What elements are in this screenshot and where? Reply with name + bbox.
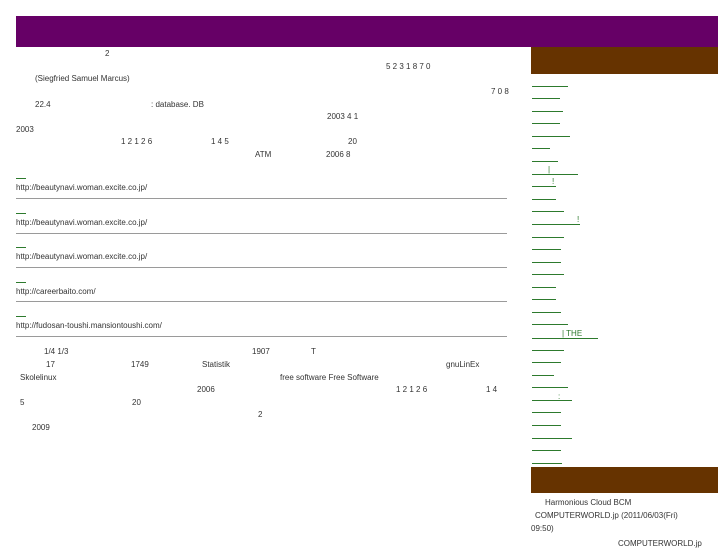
- sidebar-link[interactable]: [532, 111, 563, 112]
- article-text: 2003 4 1: [327, 112, 359, 121]
- sidebar-news-header-bar: [531, 467, 718, 493]
- sidebar-link[interactable]: [532, 324, 568, 325]
- article-text: (Siegfried Samuel Marcus): [35, 74, 130, 83]
- article-text: 2006 8: [326, 150, 351, 159]
- ad-url-link[interactable]: http://beautynavi.woman.excite.co.jp/: [16, 183, 147, 193]
- article-text: 17: [46, 360, 55, 369]
- sidebar-link[interactable]: [532, 450, 561, 451]
- sidebar-link[interactable]: [532, 400, 572, 401]
- divider: [16, 198, 507, 199]
- article-text: 7 0 8: [491, 87, 509, 96]
- news-item-time: 09:50): [531, 524, 554, 533]
- sidebar-link[interactable]: [532, 438, 572, 439]
- sidebar-link[interactable]: [532, 249, 561, 250]
- sidebar-header-bar: [531, 47, 718, 74]
- article-text: 2: [258, 410, 263, 419]
- sidebar-link[interactable]: [532, 98, 560, 99]
- ad-url-link[interactable]: http://careerbaito.com/: [16, 287, 96, 297]
- article-text: : database. DB: [151, 100, 204, 109]
- sidebar-link[interactable]: [532, 86, 568, 87]
- sidebar-link[interactable]: [532, 338, 598, 339]
- article-text: 5 2 3 1 8 7 0: [386, 62, 431, 71]
- sidebar-link[interactable]: [532, 161, 558, 162]
- ad-title-link[interactable]: [16, 316, 26, 317]
- article-text: ATM: [255, 150, 272, 159]
- news-item-source: COMPUTERWORLD.jp (2011/06/03(Fri): [535, 511, 678, 520]
- sidebar-link[interactable]: [532, 412, 561, 413]
- article-text: 2009: [32, 423, 50, 432]
- article-text: 2006: [197, 385, 215, 394]
- article-text: 2: [105, 49, 110, 58]
- article-text: free software Free Software: [280, 373, 379, 382]
- article-text: 22.4: [35, 100, 51, 109]
- ad-title-link[interactable]: [16, 178, 26, 179]
- sidebar-link[interactable]: [532, 186, 556, 187]
- article-text: 5: [20, 398, 25, 407]
- sidebar-link[interactable]: [532, 387, 568, 388]
- ad-title-link[interactable]: [16, 247, 26, 248]
- sidebar-link[interactable]: [532, 350, 564, 351]
- sidebar-link[interactable]: [532, 375, 554, 376]
- ad-url-link[interactable]: http://fudosan-toushi.mansiontoushi.com/: [16, 321, 162, 331]
- sidebar-link[interactable]: [532, 312, 561, 313]
- article-text: 1 4 5: [211, 137, 229, 146]
- sidebar-link[interactable]: [532, 362, 561, 363]
- sidebar-link[interactable]: [532, 123, 560, 124]
- article-text: Skolelinux: [20, 373, 57, 382]
- site-header-bar: [16, 16, 718, 47]
- sidebar-link[interactable]: [532, 262, 561, 263]
- sidebar-link[interactable]: [532, 299, 556, 300]
- sidebar-link[interactable]: [532, 174, 578, 175]
- article-text: 1 4: [486, 385, 498, 394]
- ad-url-link[interactable]: http://beautynavi.woman.excite.co.jp/: [16, 252, 147, 262]
- article-text: 1907: [252, 347, 270, 356]
- news-item-source: COMPUTERWORLD.jp: [618, 539, 702, 548]
- article-text: Statistik: [202, 360, 231, 369]
- divider: [16, 267, 507, 268]
- article-text: gnuLinEx: [446, 360, 480, 369]
- article-text: 1 2 1 2 6: [396, 385, 428, 394]
- ad-url-link[interactable]: http://beautynavi.woman.excite.co.jp/: [16, 218, 147, 228]
- sidebar-link[interactable]: [532, 237, 564, 238]
- divider: [16, 233, 507, 234]
- sidebar-link[interactable]: [532, 211, 564, 212]
- sidebar-link[interactable]: [532, 425, 561, 426]
- article-text: 2003: [16, 125, 34, 134]
- sidebar-link[interactable]: [532, 136, 570, 137]
- article-text: 1749: [131, 360, 149, 369]
- article-text: 20: [132, 398, 141, 407]
- ad-title-link[interactable]: [16, 282, 26, 283]
- sidebar-link[interactable]: [532, 224, 580, 225]
- article-text: T: [311, 347, 316, 356]
- sidebar-link[interactable]: [532, 148, 550, 149]
- sidebar-link[interactable]: [532, 463, 562, 464]
- sidebar-link[interactable]: [532, 274, 564, 275]
- sidebar-link[interactable]: [532, 287, 556, 288]
- news-item-title[interactable]: Harmonious Cloud BCM: [545, 497, 631, 509]
- article-text: 1/4 1/3: [44, 347, 69, 356]
- divider: [16, 336, 507, 337]
- article-text: 20: [348, 137, 357, 146]
- article-text: 1 2 1 2 6: [121, 137, 153, 146]
- ad-title-link[interactable]: [16, 213, 26, 214]
- divider: [16, 301, 507, 302]
- sidebar-link[interactable]: [532, 199, 556, 200]
